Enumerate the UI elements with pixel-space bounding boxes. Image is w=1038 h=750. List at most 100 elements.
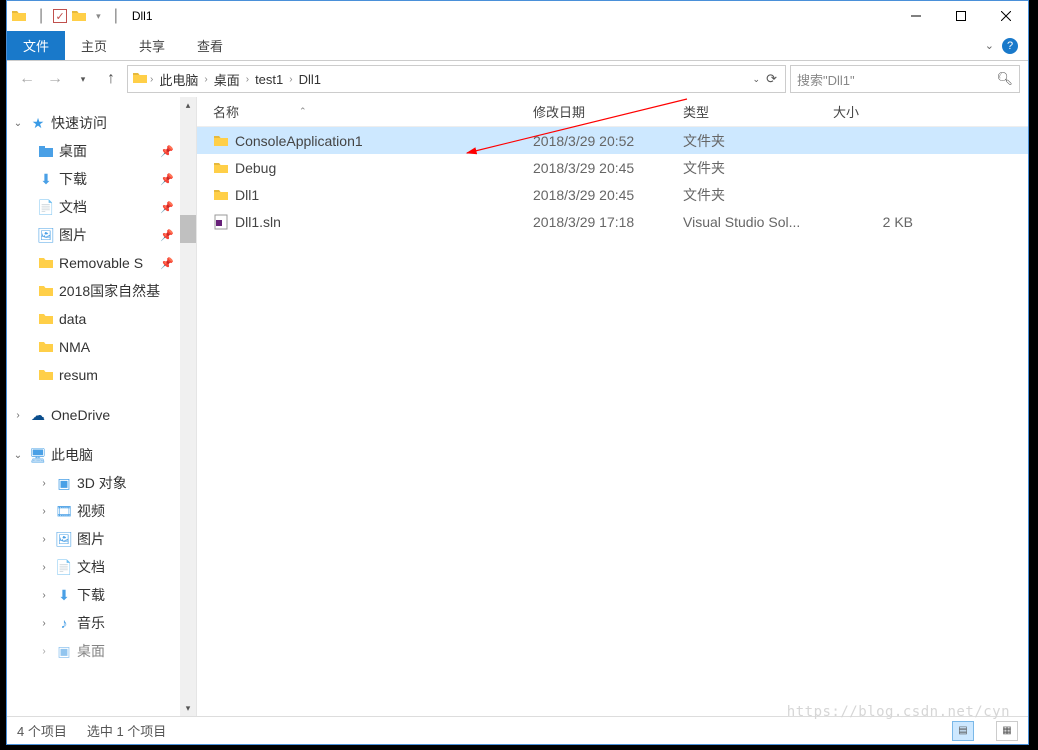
breadcrumb[interactable]: 桌面	[210, 70, 244, 89]
table-row[interactable]: Dll1.sln 2018/3/29 17:18 Visual Studio S…	[197, 208, 1028, 235]
sidebar-item[interactable]: ›♪音乐	[7, 609, 196, 637]
table-row[interactable]: Debug 2018/3/29 20:45 文件夹	[197, 154, 1028, 181]
forward-button[interactable]: →	[43, 67, 67, 91]
tab-share[interactable]: 共享	[123, 31, 181, 60]
breadcrumb[interactable]: Dll1	[295, 72, 325, 87]
sidebar-item-quick-access[interactable]: ⌄ ★ 快速访问	[7, 109, 196, 137]
close-button[interactable]	[983, 1, 1028, 31]
search-icon[interactable]: 🔍︎	[996, 71, 1013, 87]
file-list: ConsoleApplication1 2018/3/29 20:52 文件夹 …	[197, 127, 1028, 716]
sidebar-item-label: 此电脑	[51, 445, 93, 465]
qat-checkbox[interactable]: ✓	[53, 9, 67, 23]
column-header-name[interactable]: 名称⌃	[213, 102, 533, 121]
divider: |	[39, 7, 43, 25]
chevron-right-icon[interactable]: ›	[202, 74, 209, 85]
scroll-up-icon[interactable]: ▴	[180, 97, 196, 113]
file-type: 文件夹	[683, 131, 833, 151]
file-size: 2 KB	[833, 214, 913, 230]
chevron-right-icon[interactable]: ›	[244, 74, 251, 85]
sidebar-item[interactable]: data	[7, 305, 196, 333]
chevron-down-icon[interactable]: ⌄	[985, 39, 994, 52]
table-row[interactable]: ConsoleApplication1 2018/3/29 20:52 文件夹	[197, 127, 1028, 154]
file-name: Dll1.sln	[235, 214, 533, 230]
tab-view[interactable]: 查看	[181, 31, 239, 60]
maximize-button[interactable]	[938, 1, 983, 31]
sidebar-item[interactable]: ⬇下载📌	[7, 165, 196, 193]
ribbon-tabs: 文件 主页 共享 查看 ⌄ ?	[7, 31, 1028, 61]
refresh-icon[interactable]: ⟳	[766, 71, 777, 87]
sidebar-item[interactable]: ›📄文档	[7, 553, 196, 581]
sidebar-item[interactable]: ›▣桌面	[7, 637, 196, 665]
column-headers: 名称⌃ 修改日期 类型 大小	[197, 97, 1028, 127]
chevron-down-icon[interactable]: ⌄	[11, 450, 25, 461]
search-input[interactable]: 搜索"Dll1" 🔍︎	[790, 65, 1020, 93]
chevron-right-icon[interactable]: ›	[37, 590, 51, 601]
sidebar-item-this-pc[interactable]: ⌄ 🖥 此电脑	[7, 441, 196, 469]
scrollbar[interactable]: ▴ ▾	[180, 97, 196, 716]
titlebar: | ✓ ▾ | Dll1	[7, 1, 1028, 31]
sidebar-item-label: NMA	[59, 339, 90, 355]
navigation-row: ← → ▾ ↑ › 此电脑 › 桌面 › test1 › Dll1 ⌄ ⟳ 搜索…	[7, 61, 1028, 97]
quick-access-toolbar: | ✓ ▾ | Dll1	[7, 7, 157, 25]
address-bar[interactable]: › 此电脑 › 桌面 › test1 › Dll1 ⌄ ⟳	[127, 65, 786, 93]
breadcrumb[interactable]: 此电脑	[155, 70, 202, 89]
chevron-right-icon[interactable]: ›	[37, 506, 51, 517]
folder-icon	[213, 160, 235, 176]
file-date: 2018/3/29 17:18	[533, 214, 683, 230]
sidebar-item[interactable]: resum	[7, 361, 196, 389]
chevron-down-icon[interactable]: ⌄	[11, 118, 25, 129]
sidebar-item[interactable]: 🖼图片📌	[7, 221, 196, 249]
explorer-window: | ✓ ▾ | Dll1 文件 主页 共享 查看 ⌄ ? ← → ▾ ↑	[6, 0, 1029, 745]
sln-icon	[213, 214, 235, 230]
minimize-button[interactable]	[893, 1, 938, 31]
document-icon: 📄	[37, 198, 55, 216]
chevron-right-icon[interactable]: ›	[37, 646, 51, 657]
column-header-size[interactable]: 大小	[833, 102, 933, 121]
chevron-right-icon[interactable]: ›	[148, 74, 155, 85]
sidebar-item[interactable]: 2018国家自然基	[7, 277, 196, 305]
view-large-button[interactable]: ▦	[996, 721, 1018, 741]
address-dropdown-icon[interactable]: ⌄	[753, 74, 761, 85]
sidebar-item[interactable]: 📄文档📌	[7, 193, 196, 221]
column-header-date[interactable]: 修改日期	[533, 102, 683, 121]
qat-dropdown-icon[interactable]: ▾	[93, 11, 104, 22]
file-list-pane: 名称⌃ 修改日期 类型 大小 ConsoleApplication1 2018/…	[197, 97, 1028, 716]
status-bar: 4 个项目 选中 1 个项目 ▤ ▦	[7, 716, 1028, 744]
scroll-down-icon[interactable]: ▾	[180, 700, 196, 716]
column-header-type[interactable]: 类型	[683, 102, 833, 121]
table-row[interactable]: Dll1 2018/3/29 20:45 文件夹	[197, 181, 1028, 208]
help-icon[interactable]: ?	[1002, 38, 1018, 54]
sidebar-item[interactable]: ›🎞视频	[7, 497, 196, 525]
chevron-right-icon[interactable]: ›	[37, 618, 51, 629]
pin-icon: 📌	[160, 201, 174, 214]
star-icon: ★	[29, 114, 47, 132]
sidebar-item-label: 音乐	[77, 613, 105, 633]
sidebar-item[interactable]: NMA	[7, 333, 196, 361]
file-date: 2018/3/29 20:45	[533, 160, 683, 176]
chevron-right-icon[interactable]: ›	[37, 534, 51, 545]
breadcrumb[interactable]: test1	[251, 72, 287, 87]
tab-home[interactable]: 主页	[65, 31, 123, 60]
divider: |	[114, 7, 118, 25]
status-count: 4 个项目	[17, 721, 67, 740]
sidebar-item-label: 2018国家自然基	[59, 281, 160, 301]
sidebar-item[interactable]: 桌面📌	[7, 137, 196, 165]
sidebar-item[interactable]: ›⬇下载	[7, 581, 196, 609]
sidebar-item-label: 下载	[77, 585, 105, 605]
view-details-button[interactable]: ▤	[952, 721, 974, 741]
back-button[interactable]: ←	[15, 67, 39, 91]
sidebar-item-label: 快速访问	[51, 113, 107, 133]
chevron-right-icon[interactable]: ›	[11, 410, 25, 421]
recent-dropdown[interactable]: ▾	[71, 67, 95, 91]
up-button[interactable]: ↑	[99, 67, 123, 91]
chevron-right-icon[interactable]: ›	[37, 478, 51, 489]
scrollbar-thumb[interactable]	[180, 215, 196, 243]
sidebar-item-onedrive[interactable]: › ☁ OneDrive	[7, 401, 196, 429]
sidebar-item-label: 下载	[59, 169, 87, 189]
chevron-right-icon[interactable]: ›	[37, 562, 51, 573]
sidebar-item[interactable]: ›🖼图片	[7, 525, 196, 553]
sidebar-item[interactable]: ›▣3D 对象	[7, 469, 196, 497]
sidebar-item[interactable]: Removable S📌	[7, 249, 196, 277]
chevron-right-icon[interactable]: ›	[287, 74, 294, 85]
tab-file[interactable]: 文件	[7, 31, 65, 60]
